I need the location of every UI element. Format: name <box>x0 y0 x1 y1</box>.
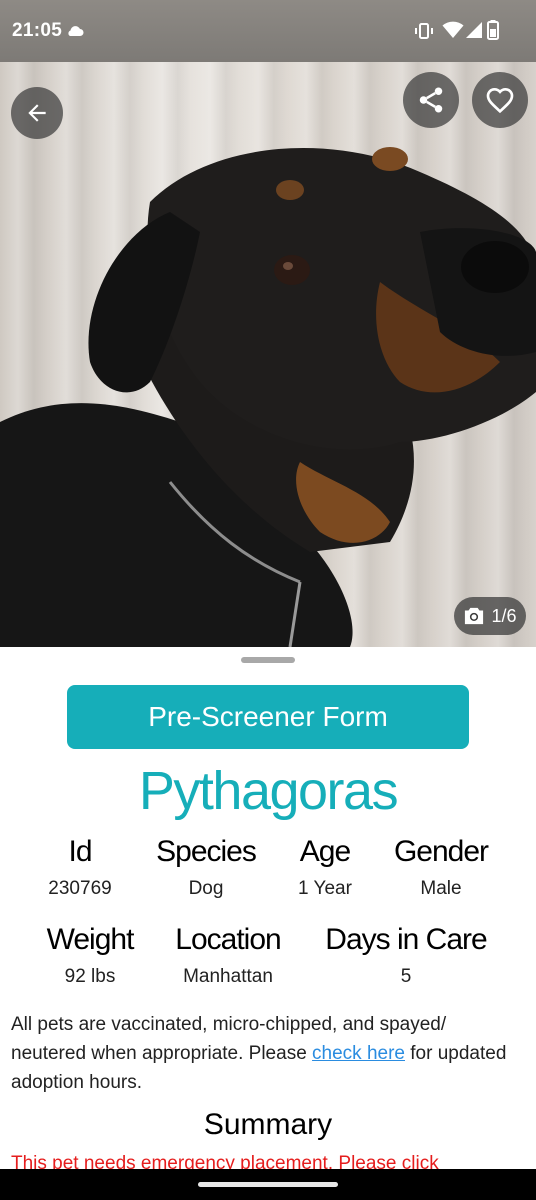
heart-icon <box>486 87 514 114</box>
attr-weight: Weight 92 lbs <box>36 923 144 989</box>
status-time: 21:05 <box>12 20 63 41</box>
back-arrow-icon <box>28 104 46 122</box>
share-button[interactable] <box>403 72 459 128</box>
attr-value: 92 lbs <box>64 966 116 987</box>
attr-value: Dog <box>188 878 224 899</box>
cloud-icon <box>66 24 84 42</box>
attr-species: Species Dog <box>140 835 272 901</box>
attr-value: Male <box>420 878 462 899</box>
share-icon <box>419 87 443 113</box>
system-navigation-bar <box>0 1169 536 1200</box>
attr-value: 230769 <box>48 878 112 899</box>
wifi-icon <box>442 21 464 44</box>
attr-label: Weight <box>46 923 135 956</box>
status-bar: 21:05 <box>0 0 536 62</box>
attr-id: Id 230769 <box>30 835 130 901</box>
attr-label: Location <box>175 923 281 956</box>
back-button[interactable] <box>11 87 63 139</box>
photo-counter[interactable]: 1/6 <box>454 597 526 635</box>
photo-counter-text: 1/6 <box>491 605 517 626</box>
urgent-placement-text[interactable]: This pet needs emergency placement. Plea… <box>11 1150 531 1170</box>
attr-value: 5 <box>400 966 412 987</box>
vibrate-icon <box>414 21 434 46</box>
attr-label: Species <box>156 835 257 868</box>
vaccination-notice: All pets are vaccinated, micro-chipped, … <box>11 1010 526 1097</box>
attr-label: Id <box>68 835 92 868</box>
attr-location: Location Manhattan <box>162 923 294 989</box>
favorite-button[interactable] <box>472 72 528 128</box>
prescreener-form-button[interactable]: Pre-Screener Form <box>67 685 469 749</box>
check-hours-link[interactable]: check here <box>312 1043 405 1064</box>
camera-icon <box>465 607 484 625</box>
sheet-drag-handle[interactable] <box>241 657 295 663</box>
pet-photo[interactable]: 1/6 <box>0 62 536 647</box>
attr-value: Manhattan <box>183 966 273 987</box>
signal-icon <box>465 21 483 44</box>
attr-days-in-care: Days in Care 5 <box>310 923 502 989</box>
attr-gender: Gender Male <box>382 835 500 901</box>
attr-value: 1 Year <box>298 878 352 899</box>
attr-age: Age 1 Year <box>280 835 370 901</box>
summary-heading: Summary <box>203 1108 333 1141</box>
pet-name: Pythagoras <box>138 761 399 821</box>
battery-icon <box>487 20 499 45</box>
dog-photo-illustration <box>0 147 536 647</box>
home-gesture-handle[interactable] <box>198 1182 338 1187</box>
attr-label: Gender <box>393 835 489 868</box>
attr-label: Age <box>299 835 351 868</box>
attr-label: Days in Care <box>325 923 487 956</box>
